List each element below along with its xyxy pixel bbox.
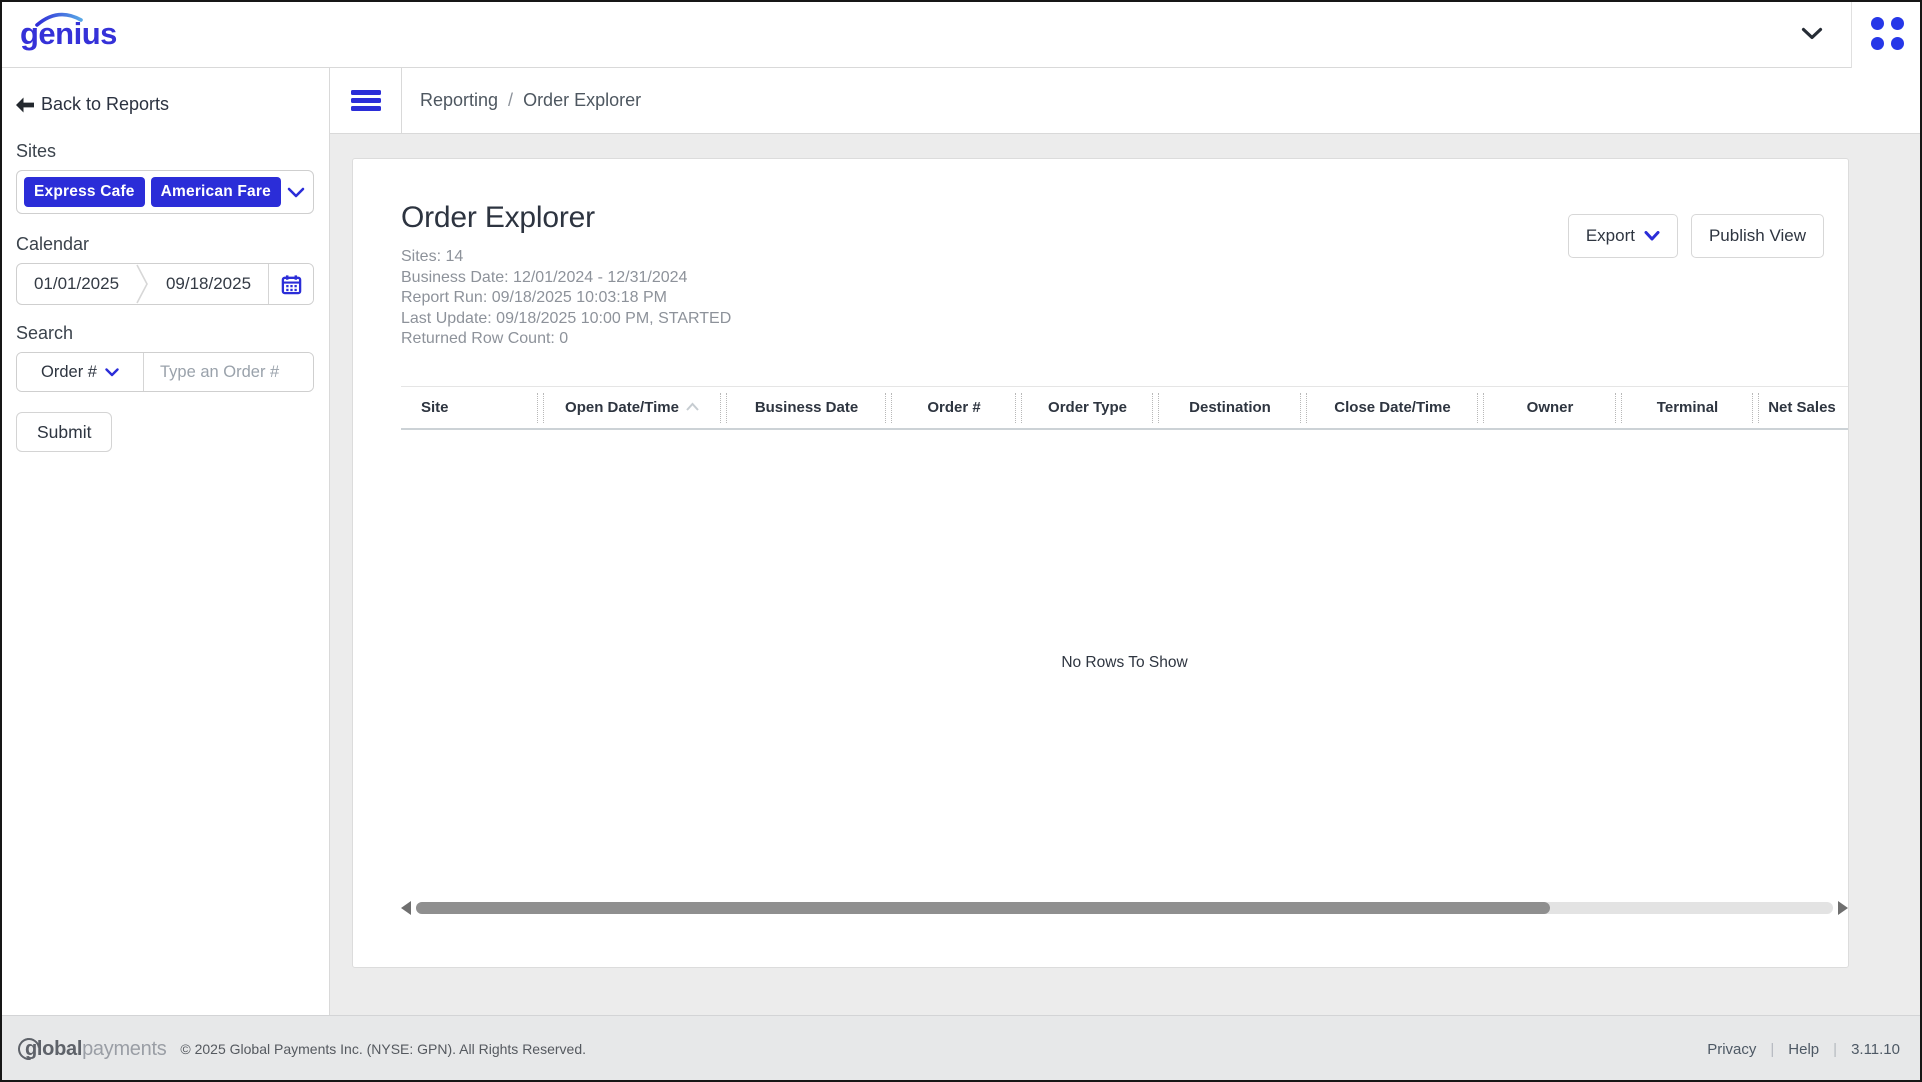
site-chip-express-cafe[interactable]: Express Cafe: [24, 177, 145, 207]
report-title: Order Explorer: [401, 201, 731, 235]
breadcrumb-current: Order Explorer: [523, 90, 641, 111]
report-meta: Sites: 14 Business Date: 12/01/2024 - 12…: [401, 247, 731, 350]
meta-report-run: Report Run: 09/18/2025 10:03:18 PM: [401, 288, 731, 309]
footer-separator: |: [1833, 1041, 1837, 1058]
column-label: Close Date/Time: [1334, 399, 1450, 416]
search-label: Search: [16, 323, 314, 344]
help-link[interactable]: Help: [1788, 1041, 1819, 1058]
column-label: Site: [421, 399, 449, 416]
breadcrumb-reporting[interactable]: Reporting: [420, 90, 498, 111]
search-field-value: Order #: [41, 363, 97, 382]
column-header-order-number[interactable]: Order #: [889, 387, 1019, 428]
export-chevron-down-icon: [1644, 231, 1660, 241]
version-text: 3.11.10: [1851, 1041, 1900, 1058]
calendar-picker-button[interactable]: [269, 264, 313, 304]
genius-logo[interactable]: genius: [20, 18, 117, 49]
date-range-picker: 01/01/2025 09/18/2025: [16, 263, 314, 305]
publish-view-button[interactable]: Publish View: [1691, 214, 1824, 258]
footer-separator: |: [1770, 1041, 1774, 1058]
hamburger-menu-icon: [351, 87, 381, 114]
app-grid-icon: [1871, 17, 1904, 50]
report-header: Order Explorer Sites: 14 Business Date: …: [353, 159, 1848, 350]
sites-chevron-down-icon[interactable]: [287, 187, 305, 198]
export-label: Export: [1586, 226, 1635, 246]
empty-state-message: No Rows To Show: [1061, 654, 1187, 672]
column-header-net-sales[interactable]: Net Sales: [1756, 387, 1848, 428]
publish-view-label: Publish View: [1709, 226, 1806, 246]
back-to-reports-label: Back to Reports: [41, 94, 169, 115]
app-switcher-button[interactable]: [1852, 0, 1922, 68]
app-footer: globalpayments © 2025 Global Payments In…: [0, 1015, 1922, 1082]
privacy-link[interactable]: Privacy: [1707, 1041, 1756, 1058]
horizontal-scrollbar: [401, 896, 1848, 920]
column-label: Order #: [927, 399, 980, 416]
meta-last-update: Last Update: 09/18/2025 10:00 PM, STARTE…: [401, 309, 731, 330]
sort-asc-icon: [685, 402, 700, 412]
scroll-left-arrow[interactable]: [401, 901, 411, 915]
scroll-right-arrow[interactable]: [1838, 901, 1848, 915]
copyright-text: © 2025 Global Payments Inc. (NYSE: GPN).…: [180, 1041, 586, 1057]
report-card: Order Explorer Sites: 14 Business Date: …: [352, 158, 1849, 968]
column-label: Net Sales: [1768, 399, 1836, 416]
app-header: genius: [0, 0, 1922, 68]
grid-header-row: Site Open Date/Time Business Date Order …: [401, 386, 1848, 430]
column-header-terminal[interactable]: Terminal: [1619, 387, 1756, 428]
start-date-input[interactable]: 01/01/2025: [17, 274, 136, 294]
header-right: [1773, 0, 1922, 67]
sidebar-filters: Back to Reports Sites Express Cafe Ameri…: [0, 68, 330, 1015]
breadcrumb-separator: /: [508, 90, 513, 111]
grid-body: No Rows To Show: [401, 430, 1848, 896]
column-header-site[interactable]: Site: [401, 387, 541, 428]
sites-multiselect[interactable]: Express Cafe American Fare: [16, 170, 314, 214]
profile-chevron-down-icon[interactable]: [1773, 27, 1851, 40]
column-header-business-date[interactable]: Business Date: [724, 387, 889, 428]
global-payments-logo: globalpayments: [22, 1039, 166, 1059]
meta-row-count: Returned Row Count: 0: [401, 329, 731, 350]
column-header-owner[interactable]: Owner: [1481, 387, 1619, 428]
column-label: Open Date/Time: [565, 399, 679, 416]
column-label: Destination: [1189, 399, 1271, 416]
column-label: Terminal: [1657, 399, 1718, 416]
column-header-order-type[interactable]: Order Type: [1019, 387, 1156, 428]
column-label: Business Date: [755, 399, 858, 416]
column-label: Owner: [1527, 399, 1574, 416]
submit-button[interactable]: Submit: [16, 412, 112, 452]
breadcrumb-bar: Reporting / Order Explorer: [330, 68, 1922, 134]
column-header-close-datetime[interactable]: Close Date/Time: [1304, 387, 1481, 428]
sites-label: Sites: [16, 141, 314, 162]
report-actions: Export Publish View: [1568, 214, 1824, 350]
date-range-separator: [136, 264, 149, 304]
page: genius Back to Reports Sites Express Caf…: [0, 0, 1922, 1082]
column-label: Order Type: [1048, 399, 1127, 416]
search-controls: Order #: [16, 352, 314, 392]
gp-logo-light: payments: [82, 1038, 166, 1060]
column-header-destination[interactable]: Destination: [1156, 387, 1304, 428]
back-to-reports-link[interactable]: Back to Reports: [16, 94, 169, 115]
export-button[interactable]: Export: [1568, 214, 1678, 258]
back-arrow-icon: [16, 97, 34, 113]
end-date-input[interactable]: 09/18/2025: [149, 274, 268, 294]
sidebar-toggle-button[interactable]: [330, 68, 402, 133]
footer-links: Privacy | Help | 3.11.10: [1707, 1041, 1900, 1058]
logo-arc-icon: [34, 10, 84, 27]
orders-grid: Site Open Date/Time Business Date Order …: [401, 386, 1848, 920]
scrollbar-track[interactable]: [416, 902, 1833, 914]
order-number-input[interactable]: [144, 353, 313, 391]
column-header-open-datetime[interactable]: Open Date/Time: [541, 387, 724, 428]
meta-sites: Sites: 14: [401, 247, 731, 268]
scrollbar-thumb[interactable]: [416, 902, 1550, 914]
calendar-icon: [280, 273, 303, 296]
site-chip-american-fare[interactable]: American Fare: [151, 177, 281, 207]
meta-business-date: Business Date: 12/01/2024 - 12/31/2024: [401, 268, 731, 289]
report-title-block: Order Explorer Sites: 14 Business Date: …: [401, 201, 731, 350]
search-field-dropdown[interactable]: Order #: [17, 353, 144, 391]
breadcrumb: Reporting / Order Explorer: [402, 68, 641, 133]
calendar-label: Calendar: [16, 234, 314, 255]
search-field-chevron-down-icon: [105, 368, 119, 377]
